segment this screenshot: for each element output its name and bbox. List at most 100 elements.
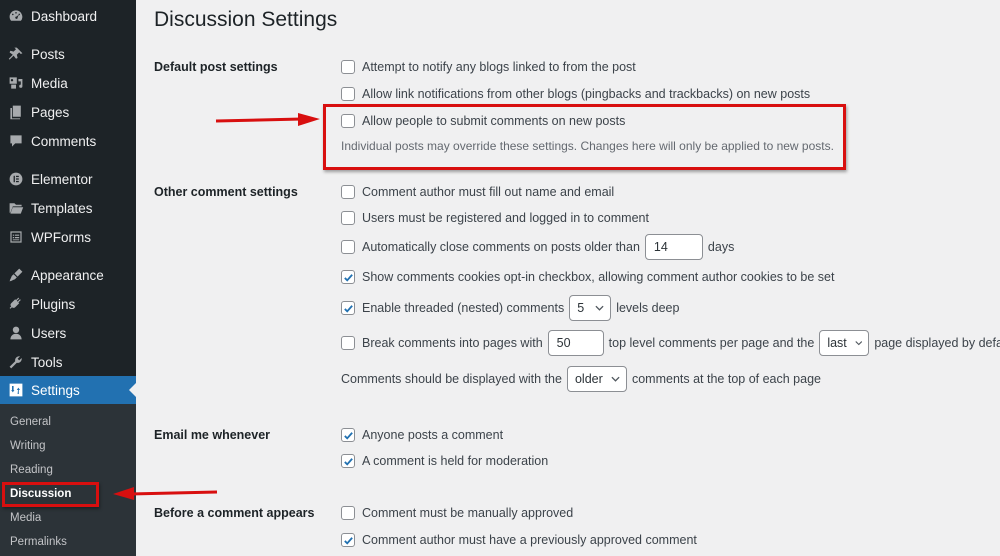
comments-per-page-input[interactable]: 50 xyxy=(547,330,604,356)
pin-icon xyxy=(8,46,24,62)
chevron-down-icon xyxy=(611,376,620,382)
select-value: last xyxy=(827,336,847,350)
checkbox-name-email[interactable] xyxy=(341,185,355,199)
checkbox-manual-approval[interactable] xyxy=(341,506,355,520)
menu-dashboard[interactable]: Dashboard xyxy=(0,2,136,30)
option-label: Enable threaded (nested) comments xyxy=(362,301,565,315)
folder-icon xyxy=(8,200,24,216)
comment-order-select[interactable]: older xyxy=(566,366,627,392)
option-name-email: Comment author must fill out name and em… xyxy=(341,185,614,199)
brush-icon xyxy=(8,267,24,283)
option-cookies: Show comments cookies opt-in checkbox, a… xyxy=(341,270,834,284)
checkmark-icon xyxy=(343,457,353,466)
menu-label: Pages xyxy=(31,104,70,120)
option-email-any-comment: Anyone posts a comment xyxy=(341,428,503,442)
chevron-down-icon xyxy=(855,341,862,346)
option-threaded: Enable threaded (nested) comments 5 leve… xyxy=(341,295,679,321)
option-label: Anyone posts a comment xyxy=(362,428,504,442)
elementor-icon xyxy=(8,171,24,187)
menu-elementor[interactable]: Elementor xyxy=(0,165,136,193)
option-previously-approved: Comment author must have a previously ap… xyxy=(341,533,697,547)
select-value: 5 xyxy=(577,301,585,315)
option-prefix: Comments should be displayed with the xyxy=(341,372,562,386)
menu-label: Tools xyxy=(31,354,63,370)
checkbox-auto-close[interactable] xyxy=(341,240,355,254)
option-middle-text: top level comments per page and the xyxy=(608,336,815,350)
menu-media[interactable]: Media xyxy=(0,69,136,97)
option-paged: Break comments into pages with 50 top le… xyxy=(341,330,1000,356)
checkmark-icon xyxy=(343,304,353,313)
menu-label: Users xyxy=(31,325,67,341)
main-content: Discussion Settings Default post setting… xyxy=(136,0,1000,556)
option-email-moderation: A comment is held for moderation xyxy=(341,454,548,468)
menu-posts[interactable]: Posts xyxy=(0,40,136,68)
submenu-discussion[interactable]: Discussion xyxy=(10,488,71,500)
checkbox-threaded[interactable] xyxy=(341,301,355,315)
option-label: Show comments cookies opt-in checkbox, a… xyxy=(362,270,835,284)
select-value: older xyxy=(574,372,603,386)
checkbox-pingbacks[interactable] xyxy=(341,87,355,101)
media-icon xyxy=(8,75,24,91)
option-label: A comment is held for moderation xyxy=(362,454,549,468)
option-suffix: days xyxy=(707,240,735,254)
menu-label: Settings xyxy=(31,382,80,398)
option-suffix: comments at the top of each page xyxy=(631,372,821,386)
menu-pages[interactable]: Pages xyxy=(0,98,136,126)
option-suffix: levels deep xyxy=(616,301,680,315)
option-pingbacks: Allow link notifications from other blog… xyxy=(341,87,810,101)
checkmark-icon xyxy=(343,536,353,545)
menu-label: Plugins xyxy=(31,296,76,312)
section-label-before-appears: Before a comment appears xyxy=(154,506,315,520)
checkbox-notify-blogs[interactable] xyxy=(341,60,355,74)
submenu-writing[interactable]: Writing xyxy=(10,440,46,452)
submenu-permalinks[interactable]: Permalinks xyxy=(10,536,67,548)
plug-icon xyxy=(8,296,24,312)
menu-label: Media xyxy=(31,75,68,91)
checkmark-icon xyxy=(343,431,353,440)
submenu-reading[interactable]: Reading xyxy=(10,464,53,476)
page-title: Discussion Settings xyxy=(154,8,338,31)
close-days-input[interactable]: 14 xyxy=(644,234,703,260)
menu-comments[interactable]: Comments xyxy=(0,127,136,155)
checkbox-cookies[interactable] xyxy=(341,270,355,284)
submenu-general[interactable]: General xyxy=(10,416,51,428)
checkmark-icon xyxy=(343,273,353,282)
checkbox-allow-comments[interactable] xyxy=(341,114,355,128)
menu-wpforms[interactable]: WPForms xyxy=(0,223,136,251)
checkbox-paged[interactable] xyxy=(341,336,355,350)
checkbox-registered[interactable] xyxy=(341,211,355,225)
menu-plugins[interactable]: Plugins xyxy=(0,290,136,318)
forms-icon xyxy=(8,229,24,245)
option-label: Allow link notifications from other blog… xyxy=(362,87,811,101)
chevron-down-icon xyxy=(595,305,604,311)
option-label: Comment author must fill out name and em… xyxy=(362,185,615,199)
checkbox-email-moderation[interactable] xyxy=(341,454,355,468)
menu-tools[interactable]: Tools xyxy=(0,348,136,376)
menu-label: Comments xyxy=(31,133,97,149)
admin-sidebar: Dashboard Posts Media Pages Comments Ele… xyxy=(0,0,136,556)
checkbox-previously-approved[interactable] xyxy=(341,533,355,547)
settings-icon xyxy=(8,382,24,398)
wrench-icon xyxy=(8,354,24,370)
option-allow-comments: Allow people to submit comments on new p… xyxy=(341,114,625,128)
menu-label: Appearance xyxy=(31,267,104,283)
section-label-other-comment: Other comment settings xyxy=(154,185,298,199)
menu-label: Elementor xyxy=(31,171,93,187)
menu-users[interactable]: Users xyxy=(0,319,136,347)
menu-label: Dashboard xyxy=(31,8,98,24)
option-auto-close: Automatically close comments on posts ol… xyxy=(341,234,734,260)
option-manual-approval: Comment must be manually approved xyxy=(341,506,573,520)
menu-appearance[interactable]: Appearance xyxy=(0,261,136,289)
option-registered: Users must be registered and logged in t… xyxy=(341,211,649,225)
option-label: Comment must be manually approved xyxy=(362,506,574,520)
menu-settings[interactable]: Settings xyxy=(0,376,136,404)
thread-depth-select[interactable]: 5 xyxy=(569,295,612,321)
submenu-media[interactable]: Media xyxy=(10,512,41,524)
menu-templates[interactable]: Templates xyxy=(0,194,136,222)
dashboard-icon xyxy=(8,8,24,24)
user-icon xyxy=(8,325,24,341)
checkbox-email-any-comment[interactable] xyxy=(341,428,355,442)
default-page-select[interactable]: last xyxy=(819,330,870,356)
menu-label: Templates xyxy=(31,200,93,216)
option-label: Allow people to submit comments on new p… xyxy=(362,114,626,128)
